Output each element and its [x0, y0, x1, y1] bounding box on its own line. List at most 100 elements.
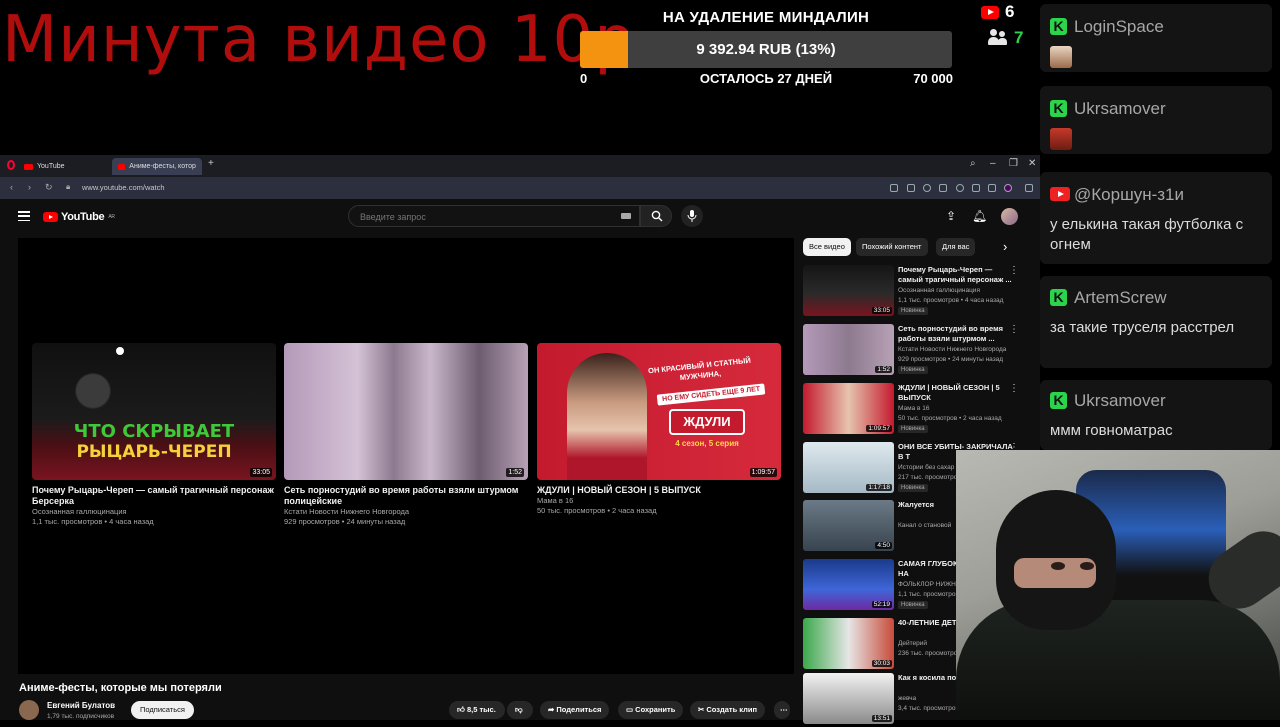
upload-icon[interactable]: ⇪	[946, 209, 956, 223]
profile-icon[interactable]	[1004, 184, 1012, 192]
endcard-channel: Осознанная галлюцинация	[32, 507, 127, 516]
url-field[interactable]: www.youtube.com/watch	[82, 183, 165, 192]
browser-window: YouTube Аниме-фесты, которые м + ⌕ – ❐ ✕…	[0, 155, 1040, 724]
duration-badge: 13:51	[871, 715, 892, 722]
subscribe-button[interactable]: Подписаться	[131, 701, 194, 719]
chat-message: K LoginSpace	[1040, 4, 1272, 72]
chat-text: у елькина такая футболка с огнем	[1050, 216, 1244, 253]
recommendation-thumbnail[interactable]: 13:51	[803, 673, 894, 724]
recommendation-meta: 50 тыс. просмотров • 2 часа назад	[898, 415, 1002, 422]
extension-icon[interactable]	[890, 184, 898, 192]
tab-youtube[interactable]: YouTube	[18, 158, 71, 175]
recommendation-channel: Мама в 16	[898, 405, 930, 412]
vpn-icon[interactable]	[923, 184, 931, 192]
kick-icon: K	[1050, 289, 1067, 306]
hamburger-menu-icon[interactable]	[18, 211, 30, 222]
chip-for-you[interactable]: Для вас	[936, 238, 976, 256]
tab-active-video[interactable]: Аниме-фесты, которые м	[112, 158, 202, 175]
share-button[interactable]: ➦ Поделиться	[540, 701, 610, 719]
channel-avatar[interactable]	[19, 700, 39, 720]
youtube-logo[interactable]: YouTube AR	[43, 211, 115, 223]
recommendation-item[interactable]: 1:09:57 ЖДУЛИ | НОВЫЙ СЕЗОН | 5 ВЫПУСК Мам…	[803, 383, 1033, 437]
recommendation-meta: 3,4 тыс. просмотров	[898, 705, 959, 712]
chip-related[interactable]: Похожий контент	[856, 238, 928, 256]
chat-text: за такие труселя расстрел	[1050, 319, 1235, 336]
endcard-video[interactable]: ОН КРАСИВЫЙ И СТАТНЫЙ МУЖЧИНА, НО ЕМУ СИ…	[537, 343, 781, 516]
recommendation-title[interactable]: ЖДУЛИ | НОВЫЙ СЕЗОН | 5 ВЫПУСК	[898, 383, 1016, 403]
recommendation-meta: 1,1 тыс. просмотров • 4 часа назад	[898, 297, 1004, 304]
download-icon[interactable]	[972, 184, 980, 192]
recommendation-channel: Дейтерий	[898, 640, 928, 647]
endcard-thumbnail[interactable]: 1:52	[284, 343, 528, 480]
chat-text: ммм говноматрас	[1050, 422, 1173, 439]
dislike-button[interactable]: 👎︎	[507, 701, 533, 719]
goal-value: 9 392.94 RUB (13%)	[696, 41, 836, 58]
duration-badge: 1:17:18	[866, 484, 892, 491]
youtube-play-icon	[43, 212, 58, 222]
close-icon[interactable]: ✕	[1028, 158, 1036, 169]
endcard-video[interactable]: ЧТО СКРЫВАЕТ РЫЦАРЬ-ЧЕРЕП 33:05 Почему Р…	[32, 343, 276, 527]
recommendation-thumbnail[interactable]: 33:05	[803, 265, 894, 316]
more-vert-icon[interactable]: ⋮	[1009, 265, 1019, 276]
tab-label: YouTube	[37, 163, 65, 170]
heart-icon[interactable]	[956, 184, 964, 192]
chevron-right-icon[interactable]: ›	[1003, 239, 1007, 254]
webcam-feed	[956, 450, 1280, 720]
plus-icon[interactable]: +	[208, 158, 214, 169]
duration-badge: 33:05	[871, 307, 892, 314]
chip-all[interactable]: Все видео	[803, 238, 851, 256]
clip-button[interactable]: ✂ Создать клип	[690, 701, 766, 719]
avatar[interactable]	[1001, 208, 1018, 225]
endcard-title[interactable]: Сеть порностудий во время работы взяли ш…	[284, 485, 528, 507]
recommendation-meta: 236 тыс. просмотров	[898, 650, 961, 657]
recommendation-item[interactable]: 1:52 Сеть порностудий во время работы взя…	[803, 324, 1033, 378]
like-button[interactable]: 👍︎ 8,5 тыс.	[449, 701, 505, 719]
channel-name[interactable]: Евгений Булатов	[47, 701, 115, 710]
save-button[interactable]: ▭ Сохранить	[618, 701, 684, 719]
more-vert-icon[interactable]: ⋮	[1009, 383, 1019, 394]
search-button[interactable]	[640, 205, 672, 227]
voice-search-button[interactable]	[681, 205, 703, 227]
recommendation-thumbnail[interactable]: 1:17:18	[803, 442, 894, 493]
video-player[interactable]: ЧТО СКРЫВАЕТ РЫЦАРЬ-ЧЕРЕП 33:05 Почему Р…	[18, 238, 794, 674]
opera-icon[interactable]	[7, 160, 15, 170]
back-icon[interactable]: ‹	[10, 182, 13, 192]
channel-subscribers: 1,79 тыс. подписчиков	[47, 713, 115, 720]
settings-icon[interactable]	[1025, 184, 1033, 192]
recommendation-thumbnail[interactable]: 52:19	[803, 559, 894, 610]
player-icon[interactable]	[939, 184, 947, 192]
recommendation-channel: Кстати Новости Нижнего Новгорода	[898, 346, 1007, 353]
endcard-video[interactable]: 1:52 Сеть порностудий во время работы вз…	[284, 343, 528, 527]
chat-username: @Коршун-з1и	[1074, 185, 1185, 204]
forward-icon[interactable]: ›	[28, 182, 31, 192]
recommendation-title[interactable]: Почему Рыцарь-Череп — самый трагичный пе…	[898, 265, 1016, 285]
search-input[interactable]	[358, 211, 602, 223]
recommendation-meta: 929 просмотров • 24 минуты назад	[898, 356, 1004, 363]
recommendation-thumbnail[interactable]: 4:50	[803, 500, 894, 551]
recommendation-thumbnail[interactable]: 1:09:57	[803, 383, 894, 434]
recommendation-item[interactable]: 33:05 Почему Рыцарь-Череп — самый трагичн…	[803, 265, 1033, 319]
menu-icon[interactable]	[988, 184, 996, 192]
bell-icon[interactable]: 🔔︎	[972, 209, 987, 223]
viewers-icon	[988, 29, 1008, 47]
search-tabs-icon[interactable]: ⌕	[970, 158, 976, 169]
lock-icon: 🔒︎	[66, 182, 71, 191]
recommendation-channel: жевча	[898, 695, 917, 702]
more-vert-icon[interactable]: ⋮	[1009, 324, 1019, 335]
recommendation-thumbnail[interactable]: 1:52	[803, 324, 894, 375]
endcard-thumbnail[interactable]: ОН КРАСИВЫЙ И СТАТНЫЙ МУЖЧИНА, НО ЕМУ СИ…	[537, 343, 781, 480]
search-icon	[651, 210, 663, 222]
keyboard-icon[interactable]	[621, 213, 631, 219]
minimize-icon[interactable]: –	[990, 158, 996, 169]
recommendation-thumbnail[interactable]: 30:03	[803, 618, 894, 669]
youtube-favicon-icon	[24, 163, 33, 170]
new-badge: Новинка	[898, 601, 928, 609]
endcard-title[interactable]: Почему Рыцарь-Череп — самый трагичный пе…	[32, 485, 276, 507]
maximize-icon[interactable]: ❐	[1009, 158, 1018, 169]
reload-icon[interactable]: ↻	[45, 182, 53, 193]
more-actions-button[interactable]: ⋯	[774, 701, 790, 719]
recommendation-title[interactable]: Сеть порностудий во время работы взяли ш…	[898, 324, 1016, 344]
camera-icon[interactable]	[907, 184, 915, 192]
endcard-thumbnail[interactable]: ЧТО СКРЫВАЕТ РЫЦАРЬ-ЧЕРЕП 33:05	[32, 343, 276, 480]
endcard-title[interactable]: ЖДУЛИ | НОВЫЙ СЕЗОН | 5 ВЫПУСК	[537, 485, 781, 496]
